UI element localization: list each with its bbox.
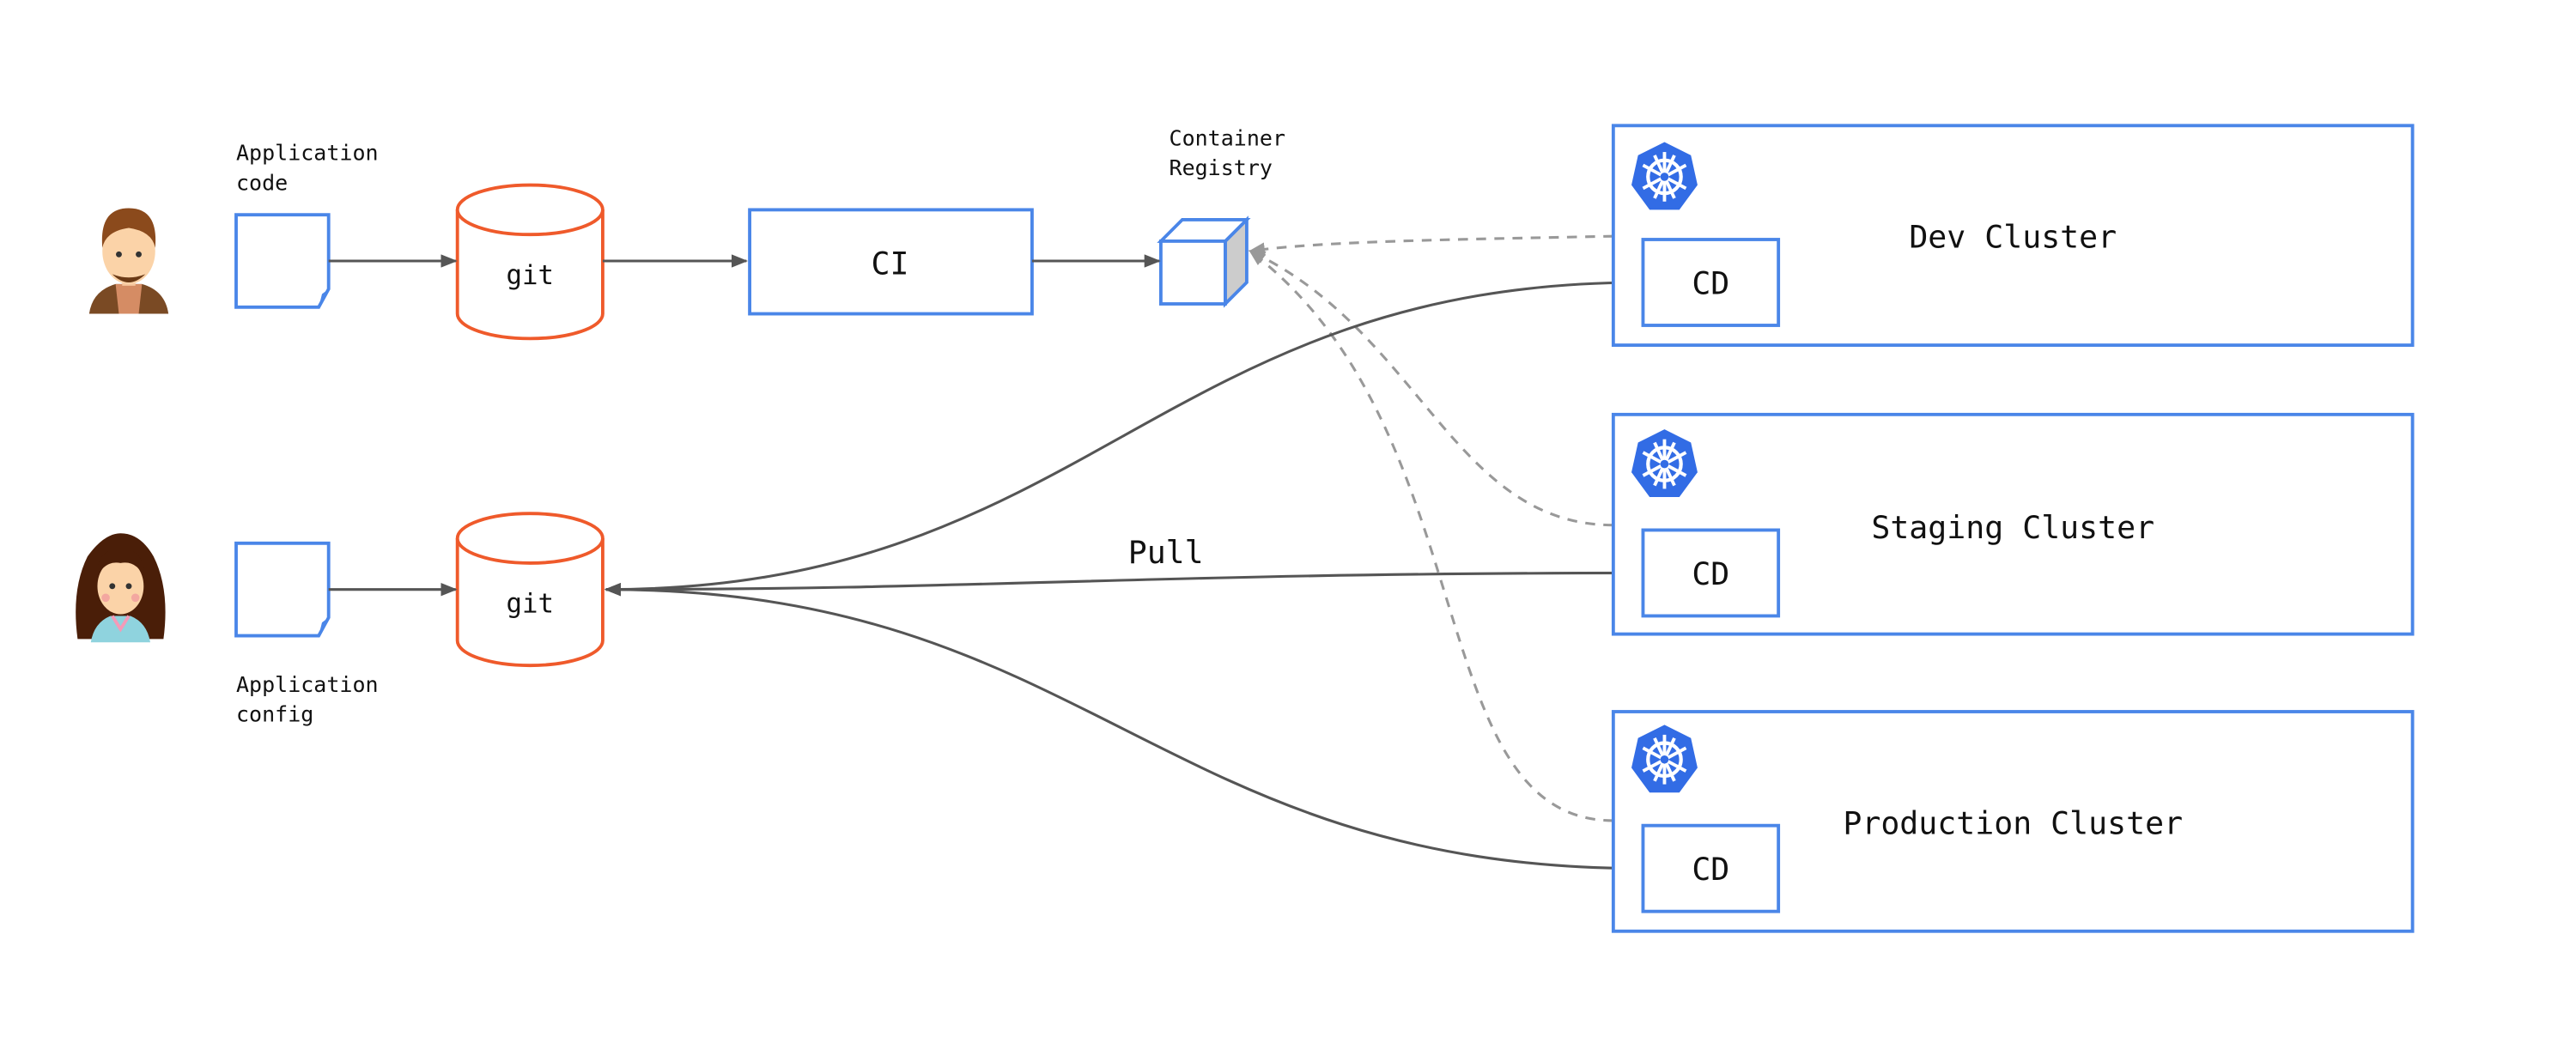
- developer-avatar: [88, 208, 169, 314]
- ci-label: CI: [872, 245, 909, 282]
- registry-label-2: Registry: [1170, 155, 1273, 180]
- dev-config-pull-line: [604, 281, 1643, 597]
- app-code-document-icon: [234, 213, 331, 309]
- cd-label: CD: [1692, 264, 1729, 301]
- gitops-diagram: Application code Application config Cont…: [76, 124, 2415, 933]
- ci-box: CI: [748, 208, 1034, 316]
- cd-label: CD: [1692, 851, 1729, 888]
- cluster-name: Dev Cluster: [1909, 219, 2117, 256]
- cluster-name: Production Cluster: [1843, 804, 2183, 841]
- container-registry-icon: [1157, 215, 1251, 308]
- operator-avatar: [76, 533, 166, 643]
- app-config-git-repo: git: [455, 512, 605, 668]
- git-label: git: [507, 589, 555, 620]
- staging-config-pull-line: [604, 571, 1643, 597]
- app-code-label: Application: [236, 141, 379, 166]
- cd-label: CD: [1692, 555, 1729, 592]
- app-config-label-2: config: [236, 702, 313, 727]
- production-cluster: Production Cluster CD: [1611, 710, 2415, 933]
- app-code-git-repo: git: [455, 183, 605, 341]
- staging-cluster: Staging Cluster CD: [1611, 412, 2415, 636]
- registry-label: Container: [1170, 125, 1285, 150]
- git-label: git: [507, 260, 555, 291]
- app-code-label-2: code: [236, 170, 288, 195]
- dev-cluster: Dev Cluster CD: [1611, 124, 2415, 347]
- app-config-label: Application: [236, 672, 379, 697]
- cluster-name: Staging Cluster: [1871, 509, 2154, 546]
- app-config-document-icon: [234, 541, 331, 638]
- prod-config-pull-line: [604, 583, 1643, 870]
- staging-image-pull-line: [1249, 250, 1613, 527]
- prod-image-pull-line: [1249, 250, 1613, 822]
- pull-label: Pull: [1128, 534, 1204, 571]
- dev-image-pull-line: [1248, 234, 1613, 256]
